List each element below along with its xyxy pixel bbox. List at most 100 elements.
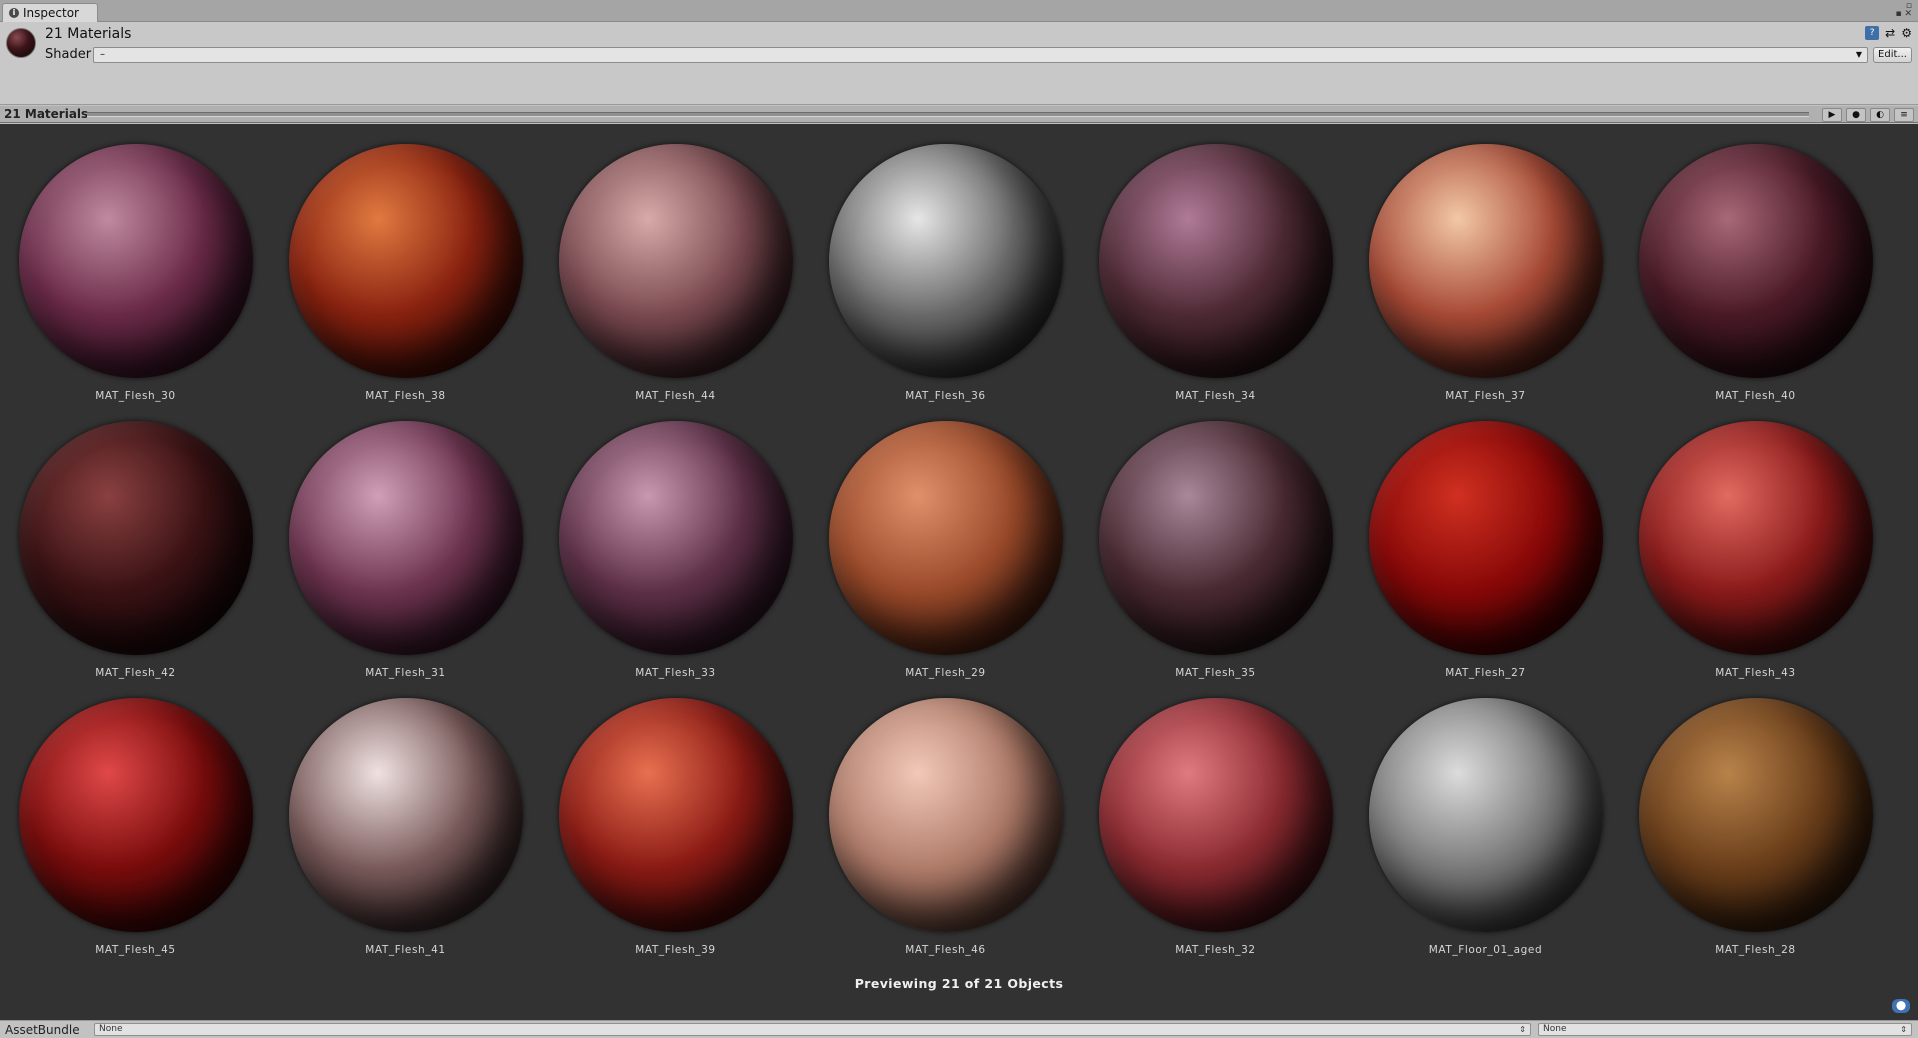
- material-item[interactable]: MAT_Flesh_35: [1092, 421, 1339, 679]
- menu-icon[interactable]: ≡: [1894, 107, 1914, 122]
- material-sphere: [1638, 421, 1873, 655]
- light-toggle-icon[interactable]: ◐: [1870, 107, 1890, 122]
- material-sphere: [1098, 698, 1333, 932]
- material-sphere: [1098, 421, 1333, 655]
- chevron-updown-icon: ⇕: [1519, 1025, 1526, 1034]
- gear-icon[interactable]: ⚙: [1901, 26, 1912, 40]
- material-item[interactable]: MAT_Flesh_46: [822, 698, 1069, 956]
- material-preview-area: MAT_Flesh_30 MAT_Flesh_38 MAT_Flesh_44 MAT_…: [0, 124, 1918, 1020]
- material-name: MAT_Flesh_43: [1715, 667, 1796, 679]
- material-name: MAT_Flesh_37: [1445, 390, 1526, 402]
- material-name: MAT_Flesh_38: [365, 390, 446, 402]
- material-name: MAT_Flesh_36: [905, 390, 986, 402]
- material-sphere: [288, 144, 523, 378]
- material-sphere: [1368, 698, 1603, 932]
- material-sphere: [558, 144, 793, 378]
- material-sphere: [828, 698, 1063, 932]
- material-sphere: [18, 421, 253, 655]
- chevron-updown-icon: ⇕: [1900, 1025, 1907, 1034]
- material-item[interactable]: MAT_Flesh_30: [12, 144, 259, 402]
- material-name: MAT_Floor_01_aged: [1428, 944, 1543, 956]
- tab-strip: i Inspector ▫ ▪ ✕: [0, 0, 1918, 22]
- material-item[interactable]: MAT_Flesh_37: [1362, 144, 1609, 402]
- header-icons: ? ⇄ ⚙: [1865, 26, 1912, 40]
- material-sphere: [288, 698, 523, 932]
- material-name: MAT_Flesh_35: [1175, 667, 1256, 679]
- material-item[interactable]: MAT_Flesh_40: [1632, 144, 1879, 402]
- material-name: MAT_Flesh_39: [635, 944, 716, 956]
- material-item[interactable]: MAT_Floor_01_aged: [1362, 698, 1609, 956]
- assetbundle-value: None: [99, 1024, 123, 1034]
- lock-icon[interactable]: ▪ ✕: [1895, 10, 1912, 19]
- shader-label: Shader: [45, 47, 92, 62]
- material-name: MAT_Flesh_44: [635, 390, 716, 402]
- tab-label: Inspector: [23, 6, 79, 20]
- material-sphere: [828, 144, 1063, 378]
- assetbundle-label: AssetBundle: [5, 1023, 80, 1037]
- material-sphere: [1098, 144, 1333, 378]
- material-name: MAT_Flesh_34: [1175, 390, 1256, 402]
- material-item[interactable]: MAT_Flesh_38: [282, 144, 529, 402]
- window-controls: ▫ ▪ ✕: [1895, 2, 1912, 19]
- material-item[interactable]: MAT_Flesh_45: [12, 698, 259, 956]
- info-icon: i: [9, 8, 19, 18]
- preview-toolbar: 21 Materials ▶ ● ◐ ≡: [0, 106, 1918, 123]
- material-name: MAT_Flesh_33: [635, 667, 716, 679]
- material-item[interactable]: MAT_Flesh_34: [1092, 144, 1339, 402]
- material-item[interactable]: MAT_Flesh_43: [1632, 421, 1879, 679]
- material-sphere: [1368, 144, 1603, 378]
- previewing-status: Previewing 21 of 21 Objects: [854, 976, 1064, 991]
- material-item[interactable]: MAT_Flesh_31: [282, 421, 529, 679]
- material-item[interactable]: MAT_Flesh_39: [552, 698, 799, 956]
- material-name: MAT_Flesh_30: [95, 390, 176, 402]
- material-sphere: [1368, 421, 1603, 655]
- assetbundle-bar: AssetBundle None ⇕ None ⇕: [0, 1020, 1918, 1038]
- material-name: MAT_Flesh_40: [1715, 390, 1796, 402]
- preview-title: 21 Materials: [4, 107, 89, 121]
- material-thumbnail: [6, 28, 36, 58]
- material-item[interactable]: MAT_Flesh_27: [1362, 421, 1609, 679]
- material-item[interactable]: MAT_Flesh_29: [822, 421, 1069, 679]
- material-name: MAT_Flesh_31: [365, 667, 446, 679]
- tag-icon[interactable]: ⬤: [1892, 999, 1910, 1013]
- assetbundle-dropdown[interactable]: None ⇕: [94, 1023, 1531, 1036]
- material-item[interactable]: MAT_Flesh_44: [552, 144, 799, 402]
- shader-dropdown[interactable]: – ▼: [93, 47, 1868, 63]
- material-name: MAT_Flesh_45: [95, 944, 176, 956]
- edit-button[interactable]: Edit...: [1873, 47, 1912, 63]
- material-name: MAT_Flesh_46: [905, 944, 986, 956]
- material-grid: MAT_Flesh_30 MAT_Flesh_38 MAT_Flesh_44 MAT_…: [12, 144, 1873, 956]
- shader-value: –: [100, 49, 105, 60]
- material-sphere: [18, 144, 253, 378]
- material-item[interactable]: MAT_Flesh_42: [12, 421, 259, 679]
- material-item[interactable]: MAT_Flesh_28: [1632, 698, 1879, 956]
- preview-buttons: ▶ ● ◐ ≡: [1822, 106, 1914, 123]
- material-item[interactable]: MAT_Flesh_36: [822, 144, 1069, 402]
- material-item[interactable]: MAT_Flesh_41: [282, 698, 529, 956]
- material-name: MAT_Flesh_28: [1715, 944, 1796, 956]
- material-name: MAT_Flesh_27: [1445, 667, 1526, 679]
- preview-resize-handle[interactable]: [87, 112, 1809, 117]
- inspector-header: 21 Materials Shader – ▼ Edit... ? ⇄ ⚙: [0, 22, 1918, 105]
- page-title: 21 Materials: [45, 26, 132, 42]
- material-name: MAT_Flesh_42: [95, 667, 176, 679]
- variant-value: None: [1543, 1024, 1567, 1034]
- sphere-icon[interactable]: ●: [1846, 107, 1866, 122]
- tab-inspector[interactable]: i Inspector: [2, 3, 98, 22]
- material-sphere: [1638, 698, 1873, 932]
- material-item[interactable]: MAT_Flesh_33: [552, 421, 799, 679]
- play-icon[interactable]: ▶: [1822, 107, 1842, 122]
- material-item[interactable]: MAT_Flesh_32: [1092, 698, 1339, 956]
- material-name: MAT_Flesh_29: [905, 667, 986, 679]
- material-sphere: [828, 421, 1063, 655]
- material-name: MAT_Flesh_41: [365, 944, 446, 956]
- help-icon[interactable]: ?: [1865, 26, 1880, 40]
- presets-icon[interactable]: ⇄: [1885, 26, 1895, 40]
- material-sphere: [288, 421, 523, 655]
- chevron-down-icon: ▼: [1855, 50, 1862, 59]
- variant-dropdown[interactable]: None ⇕: [1538, 1023, 1912, 1036]
- material-sphere: [558, 698, 793, 932]
- material-sphere: [18, 698, 253, 932]
- material-name: MAT_Flesh_32: [1175, 944, 1256, 956]
- material-sphere: [1638, 144, 1873, 378]
